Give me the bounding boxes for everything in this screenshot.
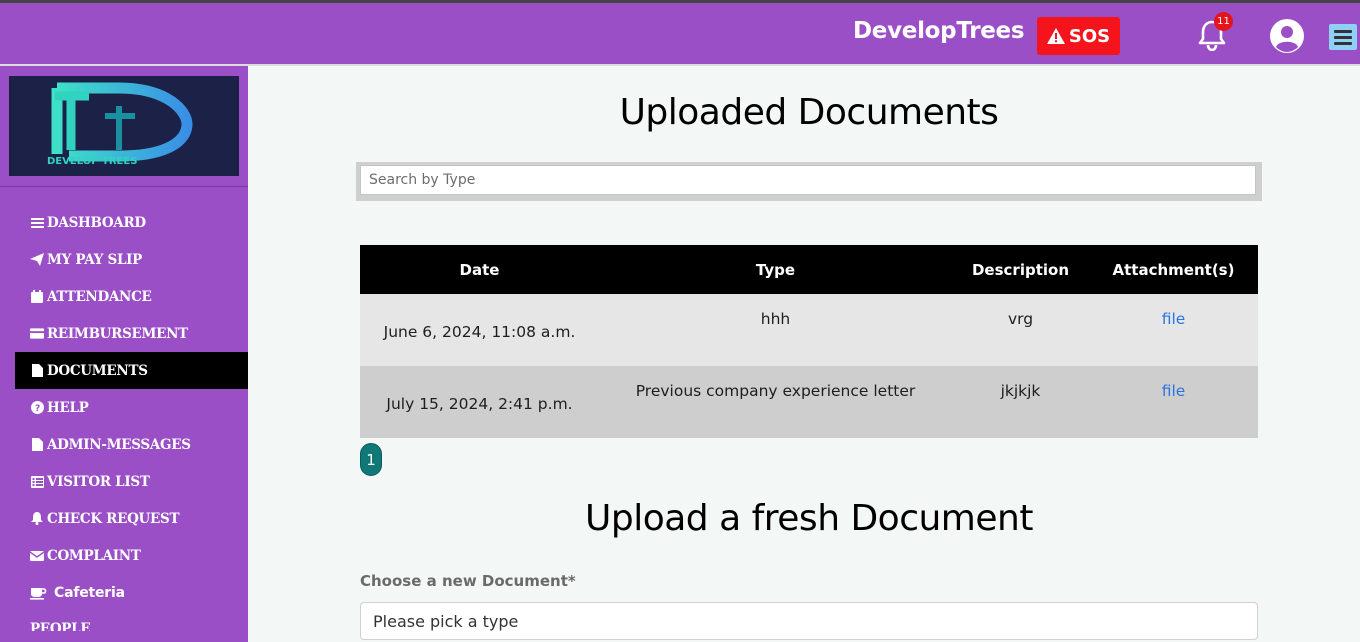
file-link[interactable]: file xyxy=(1162,382,1186,400)
column-header-description: Description xyxy=(952,245,1089,294)
cell-type: Previous company experience letter xyxy=(599,366,952,438)
warning-icon xyxy=(1046,28,1065,44)
brand-name[interactable]: DevelopTrees xyxy=(853,18,1025,44)
question-circle-icon: ? xyxy=(30,401,44,415)
upload-section-title: Upload a fresh Document xyxy=(585,498,1033,539)
svg-text:DEVELOP TREES: DEVELOP TREES xyxy=(47,156,137,167)
file-link[interactable]: file xyxy=(1162,310,1186,328)
list-icon xyxy=(30,475,44,489)
sidebar-item-label: ADMIN-MESSAGES xyxy=(47,436,191,453)
sos-button[interactable]: SOS xyxy=(1037,17,1120,55)
table-row: July 15, 2024, 2:41 p.m. Previous compan… xyxy=(360,366,1258,438)
bars-icon xyxy=(30,216,44,230)
column-header-attachments: Attachment(s) xyxy=(1089,245,1258,294)
notification-badge: 11 xyxy=(1214,12,1233,31)
hamburger-menu-button[interactable] xyxy=(1329,24,1357,50)
envelope-icon xyxy=(30,549,44,563)
cell-type: hhh xyxy=(599,294,952,366)
sidebar-divider xyxy=(0,186,248,187)
document-type-placeholder: Please pick a type xyxy=(373,611,519,631)
sidebar-item-label: PEOPLE xyxy=(30,621,91,631)
sidebar-item-label: VISITOR LIST xyxy=(47,473,150,490)
cell-attachment: file xyxy=(1089,294,1258,366)
credit-card-icon xyxy=(30,327,44,341)
sidebar-item-complaint[interactable]: COMPLAINT xyxy=(15,537,248,574)
sidebar-item-label: COMPLAINT xyxy=(47,547,141,564)
search-input[interactable] xyxy=(360,165,1256,195)
sidebar-item-reimbursement[interactable]: REIMBURSEMENT xyxy=(15,315,248,352)
sos-label: SOS xyxy=(1068,25,1111,47)
calendar-icon xyxy=(30,290,44,304)
table-header-row: Date Type Description Attachment(s) xyxy=(360,245,1258,294)
logo-mark: DEVELOP TREES xyxy=(47,82,193,167)
sidebar-item-label: MY PAY SLIP xyxy=(47,251,142,268)
top-navbar: DevelopTrees SOS 11 xyxy=(0,0,1360,66)
page-title: Uploaded Documents xyxy=(619,92,999,133)
sidebar-item-label: HELP xyxy=(47,399,89,416)
sidebar-item-visitor-list[interactable]: VISITOR LIST xyxy=(15,463,248,500)
sidebar-item-attendance[interactable]: ATTENDANCE xyxy=(15,278,248,315)
sidebar-item-documents[interactable]: DOCUMENTS xyxy=(15,352,248,389)
sidebar-item-help[interactable]: ? HELP xyxy=(15,389,248,426)
cell-description: jkjkjk xyxy=(952,366,1089,438)
sidebar-item-label: REIMBURSEMENT xyxy=(47,325,188,342)
company-logo[interactable]: DEVELOP TREES xyxy=(9,76,239,176)
document-type-select[interactable]: Please pick a type xyxy=(360,602,1258,640)
documents-table: Date Type Description Attachment(s) June… xyxy=(360,245,1258,438)
cell-date: June 6, 2024, 11:08 a.m. xyxy=(360,294,599,366)
column-header-date: Date xyxy=(360,245,599,294)
sidebar-item-people[interactable]: PEOPLE xyxy=(15,611,248,631)
sidebar-item-label: ATTENDANCE xyxy=(47,288,152,305)
paper-plane-icon xyxy=(30,253,44,267)
file-icon xyxy=(30,364,44,378)
sidebar-item-label: Cafeteria xyxy=(54,584,125,601)
sidebar-nav: DASHBOARD MY PAY SLIP ATTENDANCE REIMBUR… xyxy=(15,204,248,631)
cell-attachment: file xyxy=(1089,366,1258,438)
bell-icon xyxy=(30,512,44,526)
file-icon xyxy=(30,438,44,452)
sidebar-item-cafeteria[interactable]: Cafeteria xyxy=(15,574,248,611)
sidebar-item-label: DOCUMENTS xyxy=(47,362,148,379)
search-container xyxy=(356,162,1262,201)
sidebar-item-admin-messages[interactable]: ADMIN-MESSAGES xyxy=(15,426,248,463)
column-header-type: Type xyxy=(599,245,952,294)
svg-text:?: ? xyxy=(35,404,40,414)
sidebar-item-my-pay-slip[interactable]: MY PAY SLIP xyxy=(15,241,248,278)
pagination-page-button[interactable]: 1 xyxy=(360,443,382,476)
table-row: June 6, 2024, 11:08 a.m. hhh vrg file xyxy=(360,294,1258,366)
document-type-label: Choose a new Document* xyxy=(360,572,576,590)
sidebar-item-check-request[interactable]: CHECK REQUEST xyxy=(15,500,248,537)
user-avatar-icon[interactable] xyxy=(1270,19,1304,53)
cell-date: July 15, 2024, 2:41 p.m. xyxy=(360,366,599,438)
cell-description: vrg xyxy=(952,294,1089,366)
sidebar-item-dashboard[interactable]: DASHBOARD xyxy=(15,204,248,241)
coffee-icon xyxy=(30,586,47,600)
sidebar-item-label: CHECK REQUEST xyxy=(47,510,180,527)
sidebar-item-label: DASHBOARD xyxy=(47,214,146,231)
sidebar: DEVELOP TREES DASHBOARD MY PAY SLIP ATTE… xyxy=(0,66,248,642)
